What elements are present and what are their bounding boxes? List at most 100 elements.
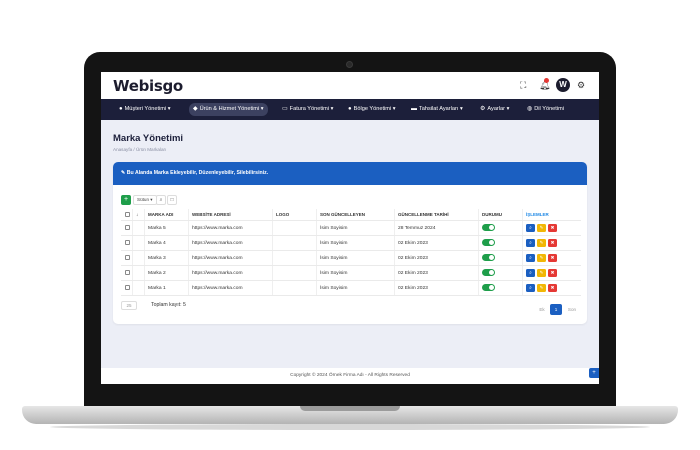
nav-item-settings[interactable]: ⚙ Ayarlar ▾ — [480, 103, 509, 116]
brand-website: https://www.marka.com — [189, 236, 273, 250]
table-row: Marka 4 https://www.marka.com İsim Soyis… — [121, 236, 581, 251]
updated-at: 28 Temmuz 2024 — [395, 221, 479, 235]
pagination-last[interactable]: Son — [564, 304, 580, 315]
edit-icon[interactable]: ✎ — [537, 283, 546, 292]
gear-icon[interactable]: ⚙ — [577, 80, 585, 90]
updated-by: İsim Soyisim — [317, 236, 395, 250]
header-status[interactable]: DURUMU — [479, 209, 523, 220]
brand-logo-cell — [273, 281, 317, 295]
status-toggle[interactable] — [482, 254, 495, 262]
search-icon[interactable]: ⌕ — [156, 195, 166, 205]
updated-by: İsim Soyisim — [317, 266, 395, 280]
updated-at: 02 Ekim 2023 — [395, 236, 479, 250]
page-footer: Copyright © 2024 Örnek Firma Adı - All R… — [101, 368, 599, 384]
status-toggle[interactable] — [482, 284, 495, 292]
page-title: Marka Yönetimi — [113, 133, 184, 144]
brand-table: ↓ MARKA ADI WEBSİTE ADRESİ LOGO SON GÜNC… — [121, 209, 581, 296]
view-icon[interactable]: ⌕ — [526, 223, 535, 232]
gears-icon: ⚙ — [480, 106, 486, 112]
edit-icon[interactable]: ✎ — [537, 238, 546, 247]
card-icon: ▬ — [411, 106, 417, 112]
delete-icon[interactable]: ✖ — [548, 238, 557, 247]
table-row: Marka 2 https://www.marka.com İsim Soyis… — [121, 266, 581, 281]
row-checkbox[interactable] — [121, 281, 133, 295]
scroll-top-icon[interactable]: + — [589, 368, 599, 378]
add-brand-button[interactable]: + — [121, 195, 131, 205]
brand-website: https://www.marka.com — [189, 281, 273, 295]
breadcrumb[interactable]: Anasayfa / Ürün Markaları — [113, 147, 166, 152]
users-icon: ● — [119, 106, 123, 112]
delete-icon[interactable]: ✖ — [548, 223, 557, 232]
updated-by: İsim Soyisim — [317, 251, 395, 265]
brand-logo[interactable]: Webisgo — [113, 77, 183, 95]
brand-name: Marka 3 — [145, 251, 189, 265]
row-checkbox[interactable] — [121, 266, 133, 280]
nav-item-regions[interactable]: ● Bölge Yönetimi ▾ — [348, 103, 396, 116]
view-icon[interactable]: ⌕ — [526, 283, 535, 292]
status-toggle[interactable] — [482, 239, 495, 247]
header-updated-at[interactable]: GÜNCELLENME TARİHİ — [395, 209, 479, 220]
brand-logo-cell — [273, 266, 317, 280]
updated-at: 02 Ekim 2023 — [395, 266, 479, 280]
laptop-base-notch — [300, 406, 400, 411]
fullscreen-icon[interactable]: ⛶ — [520, 80, 526, 90]
header-name[interactable]: MARKA ADI — [145, 209, 189, 220]
brand-website: https://www.marka.com — [189, 251, 273, 265]
header-website[interactable]: WEBSİTE ADRESİ — [189, 209, 273, 220]
brand-name: Marka 4 — [145, 236, 189, 250]
nav-item-invoices[interactable]: ▭ Fatura Yönetimi ▾ — [282, 103, 333, 116]
notification-badge — [544, 78, 549, 83]
table-header-row: ↓ MARKA ADI WEBSİTE ADRESİ LOGO SON GÜNC… — [121, 209, 581, 221]
page-size-select[interactable]: 25 — [121, 301, 137, 310]
fullscreen-table-icon[interactable]: □ — [167, 195, 177, 205]
invoice-icon: ▭ — [282, 106, 288, 112]
top-bar: Webisgo ⛶ 🔔︎ W ⚙ — [101, 72, 599, 99]
edit-icon[interactable]: ✎ — [537, 223, 546, 232]
brand-logo-cell — [273, 251, 317, 265]
map-pin-icon: ● — [348, 106, 352, 112]
webcam-icon — [346, 61, 353, 68]
header-actions: İŞLEMLER — [526, 212, 549, 217]
info-banner: ✎ Bu Alanda Marka Ekleyebilir, Düzenleye… — [113, 162, 587, 185]
select-all-checkbox[interactable] — [121, 209, 133, 220]
updated-by: İsim Soyisim — [317, 281, 395, 295]
row-checkbox[interactable] — [121, 236, 133, 250]
view-icon[interactable]: ⌕ — [526, 268, 535, 277]
row-checkbox[interactable] — [121, 251, 133, 265]
view-icon[interactable]: ⌕ — [526, 253, 535, 262]
delete-icon[interactable]: ✖ — [548, 283, 557, 292]
brand-name: Marka 1 — [145, 281, 189, 295]
delete-icon[interactable]: ✖ — [548, 268, 557, 277]
status-toggle[interactable] — [482, 224, 495, 232]
nav-item-languages[interactable]: ◍ Dil Yönetimi — [527, 103, 564, 116]
nav-item-customers[interactable]: ● Müşteri Yönetimi ▾ — [119, 103, 171, 116]
row-checkbox[interactable] — [121, 221, 133, 235]
pagination-first[interactable]: Ek — [534, 304, 550, 315]
table-row: Marka 5 https://www.marka.com İsim Soyis… — [121, 221, 581, 236]
nav-item-products[interactable]: ◆ Ürün & Hizmet Yönetimi ▾ — [189, 103, 268, 116]
view-icon[interactable]: ⌕ — [526, 238, 535, 247]
avatar[interactable]: W — [556, 78, 570, 92]
nav-item-collections[interactable]: ▬ Tahsilat Ayarları ▾ — [411, 103, 463, 116]
brand-name: Marka 2 — [145, 266, 189, 280]
pagination-current[interactable]: 1 — [550, 304, 562, 315]
header-logo[interactable]: LOGO — [273, 209, 317, 220]
brand-website: https://www.marka.com — [189, 266, 273, 280]
updated-at: 02 Ekim 2023 — [395, 281, 479, 295]
delete-icon[interactable]: ✖ — [548, 253, 557, 262]
brand-logo-cell — [273, 221, 317, 235]
total-records: Toplam kayıt: 5 — [151, 302, 186, 308]
main-nav: ● Müşteri Yönetimi ▾ ◆ Ürün & Hizmet Yönet… — [101, 99, 599, 120]
edit-icon[interactable]: ✎ — [537, 268, 546, 277]
brand-website: https://www.marka.com — [189, 221, 273, 235]
brand-logo-cell — [273, 236, 317, 250]
columns-dropdown[interactable]: Sütun ▾ — [133, 195, 157, 205]
sort-icon[interactable]: ↓ — [133, 209, 145, 220]
updated-at: 02 Ekim 2023 — [395, 251, 479, 265]
app-screen: Webisgo ⛶ 🔔︎ W ⚙ ● Müşteri Yönetimi ▾ ◆ Ür… — [101, 72, 599, 384]
status-toggle[interactable] — [482, 269, 495, 277]
table-row: Marka 3 https://www.marka.com İsim Soyis… — [121, 251, 581, 266]
edit-icon[interactable]: ✎ — [537, 253, 546, 262]
table-row: Marka 1 https://www.marka.com İsim Soyis… — [121, 281, 581, 296]
header-updated-by[interactable]: SON GÜNCELLEYEN — [317, 209, 395, 220]
